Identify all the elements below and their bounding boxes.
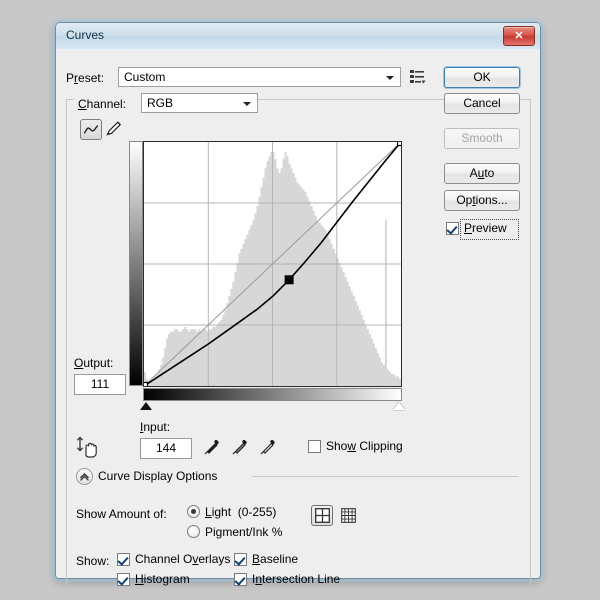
checkbox-intersection-line[interactable] bbox=[234, 573, 247, 586]
channel-group-border-left bbox=[66, 99, 67, 591]
channel-value: RGB bbox=[147, 96, 174, 110]
preset-dropdown[interactable]: Custom bbox=[118, 67, 401, 87]
channel-label: Channel: bbox=[78, 97, 127, 111]
radio-pigment-ink-label: Pigment/Ink % bbox=[205, 525, 283, 539]
show-clipping-label: Show Clipping bbox=[326, 439, 403, 453]
cancel-button[interactable]: Cancel bbox=[444, 93, 520, 114]
curve-tool-icon[interactable] bbox=[80, 119, 102, 140]
input-gradient-strip bbox=[143, 388, 402, 401]
grid-quarters-icon[interactable] bbox=[311, 505, 333, 526]
eyedropper-gray-point-icon[interactable] bbox=[230, 437, 250, 457]
checkbox-histogram-label: Histogram bbox=[135, 572, 190, 586]
channel-dropdown[interactable]: RGB bbox=[141, 93, 258, 113]
preview-label: Preview bbox=[464, 221, 507, 235]
options-button[interactable]: Options... bbox=[444, 190, 520, 211]
chevron-down-icon bbox=[386, 76, 394, 80]
window-title: Curves bbox=[66, 28, 105, 42]
curves-dialog: Curves ✕ Preset: Custom Channel: RGB Out… bbox=[55, 22, 541, 591]
checkbox-intersection-line-label: Intersection Line bbox=[252, 572, 341, 586]
preset-menu-icon[interactable] bbox=[409, 68, 426, 85]
checkbox-baseline[interactable] bbox=[234, 553, 247, 566]
curve-graph[interactable] bbox=[143, 141, 402, 387]
checkbox-channel-overlays[interactable] bbox=[117, 553, 130, 566]
show-label: Show: bbox=[76, 554, 110, 568]
channel-group-border-bottom bbox=[66, 590, 531, 591]
radio-light[interactable] bbox=[187, 505, 200, 518]
checkbox-histogram[interactable] bbox=[117, 573, 130, 586]
radio-light-label: Light (0-255) bbox=[205, 505, 277, 519]
black-point-slider[interactable] bbox=[140, 402, 152, 410]
output-input[interactable]: 111 bbox=[74, 374, 126, 395]
auto-button[interactable]: Auto bbox=[444, 163, 520, 184]
checkbox-channel-overlays-label: Channel Overlays bbox=[135, 552, 231, 566]
output-label: Output: bbox=[74, 356, 114, 370]
pencil-tool-icon[interactable] bbox=[104, 119, 126, 140]
dialog-body: Preset: Custom Channel: RGB Output: 111 … bbox=[56, 49, 540, 591]
smooth-button: Smooth bbox=[444, 128, 520, 149]
preview-checkbox[interactable] bbox=[446, 222, 459, 235]
input-label: Input: bbox=[140, 420, 171, 434]
chevron-down-icon bbox=[243, 102, 251, 106]
curve-display-options-label: Curve Display Options bbox=[98, 469, 218, 483]
channel-group-border-right bbox=[530, 99, 531, 591]
radio-pigment-ink[interactable] bbox=[187, 525, 200, 538]
on-image-adjust-icon[interactable] bbox=[76, 435, 102, 460]
preset-value: Custom bbox=[124, 70, 166, 84]
channel-group-border-top-left bbox=[66, 99, 74, 100]
show-clipping-checkbox[interactable] bbox=[308, 440, 321, 453]
close-icon[interactable]: ✕ bbox=[503, 26, 535, 46]
preset-label: Preset: bbox=[66, 71, 105, 85]
ok-button[interactable]: OK bbox=[444, 67, 520, 88]
show-amount-label: Show Amount of: bbox=[76, 507, 167, 521]
white-point-slider[interactable] bbox=[393, 402, 405, 410]
checkbox-baseline-label: Baseline bbox=[252, 552, 299, 566]
title-bar: Curves ✕ bbox=[56, 23, 540, 50]
eyedropper-black-point-icon[interactable] bbox=[202, 437, 222, 457]
curve-display-options-rule bbox=[252, 476, 518, 477]
curve-display-options-toggle[interactable] bbox=[76, 468, 93, 485]
grid-tenths-icon[interactable] bbox=[337, 505, 359, 526]
eyedropper-white-point-icon[interactable] bbox=[258, 437, 278, 457]
input-input[interactable]: 144 bbox=[140, 438, 192, 459]
output-gradient-strip bbox=[129, 141, 143, 386]
